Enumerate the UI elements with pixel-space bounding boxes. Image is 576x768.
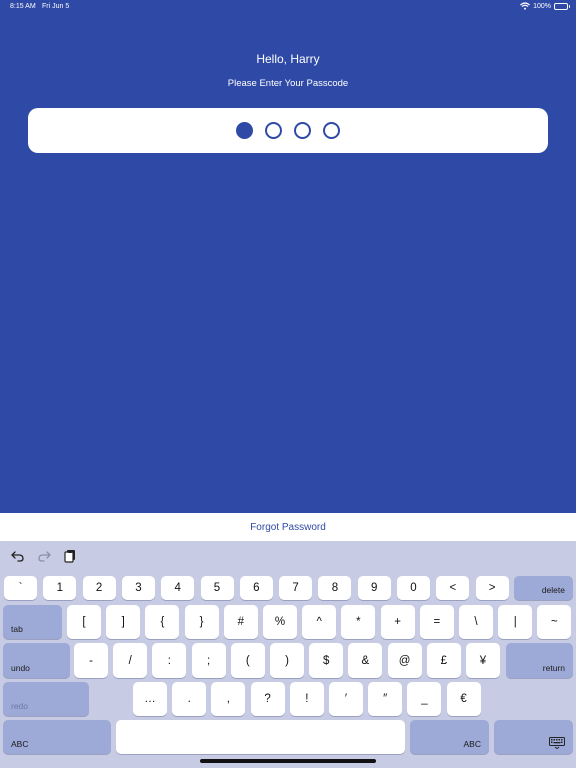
paste-icon[interactable]: [62, 548, 78, 564]
undo-icon[interactable]: [10, 548, 26, 564]
key-4-row3[interactable]: (: [230, 643, 265, 678]
key-7-row2[interactable]: *: [341, 605, 376, 639]
passcode-prompt: Please Enter Your Passcode: [227, 78, 349, 89]
passcode-dot-empty: [294, 122, 311, 139]
status-time: 8:15 AM: [10, 3, 36, 10]
key-9-row3[interactable]: £: [426, 643, 461, 678]
key-0-row1[interactable]: `: [4, 576, 37, 600]
status-right: 100%: [520, 2, 570, 10]
abc-key-left[interactable]: ABC: [3, 720, 111, 754]
key-6-row4[interactable]: ″: [368, 682, 403, 716]
keyboard: ` 1 2 3 4 5 6 7 8 9 0 < > delete tab[]{} #% ^ * + = \ | ~ undo -…: [0, 541, 576, 768]
keyboard-dismiss-icon: [549, 737, 565, 749]
key-4-row1[interactable]: 4: [161, 576, 195, 600]
key-9-row1[interactable]: 9: [357, 576, 391, 600]
key-12-row1[interactable]: >: [475, 576, 509, 600]
key-5-row4[interactable]: ′: [329, 682, 363, 716]
return-key[interactable]: return: [506, 643, 573, 678]
key-7-row4[interactable]: _: [407, 682, 442, 716]
key-3-row1[interactable]: 3: [121, 576, 155, 600]
key-2-row1[interactable]: 2: [82, 576, 116, 600]
key-8-row3[interactable]: @: [387, 643, 422, 678]
key-6-row2[interactable]: ^: [302, 605, 337, 639]
key-9-row2[interactable]: =: [419, 605, 454, 639]
key-1-row1[interactable]: 1: [43, 576, 77, 600]
undo-key[interactable]: undo: [3, 643, 70, 678]
keyboard-toolbar: [10, 547, 78, 565]
redo-key[interactable]: redo: [3, 682, 89, 716]
key-0-row3[interactable]: -: [74, 643, 108, 678]
key-7-row3[interactable]: &: [348, 643, 383, 678]
key-2-row3[interactable]: :: [152, 643, 187, 678]
key-4-row2[interactable]: #: [223, 605, 258, 639]
key-0-row4[interactable]: …: [133, 682, 167, 716]
key-0-row2[interactable]: [: [67, 605, 101, 639]
passcode-field[interactable]: [28, 108, 548, 153]
key-8-row4[interactable]: €: [446, 682, 481, 716]
key-4-row4[interactable]: !: [289, 682, 324, 716]
key-5-row3[interactable]: ): [270, 643, 304, 678]
forgot-password-bar: Forgot Password: [0, 513, 576, 541]
battery-percent: 100%: [533, 2, 551, 10]
key-5-row1[interactable]: 5: [200, 576, 234, 600]
key-1-row4[interactable]: .: [172, 682, 207, 716]
key-11-row2[interactable]: |: [498, 605, 533, 639]
key-10-row1[interactable]: 0: [397, 576, 430, 600]
wifi-icon: [520, 2, 530, 10]
key-10-row2[interactable]: \: [459, 605, 493, 639]
delete-key[interactable]: delete: [514, 576, 573, 600]
key-2-row4[interactable]: ,: [211, 682, 246, 716]
abc-key-right[interactable]: ABC: [410, 720, 489, 754]
key-5-row2[interactable]: %: [263, 605, 297, 639]
key-3-row3[interactable]: ;: [191, 643, 226, 678]
key-6-row3[interactable]: $: [309, 643, 344, 678]
key-1-row2[interactable]: ]: [106, 605, 141, 639]
passcode-dot-empty: [265, 122, 282, 139]
key-7-row1[interactable]: 7: [279, 576, 313, 600]
key-10-row3[interactable]: ¥: [466, 643, 500, 678]
key-3-row2[interactable]: }: [184, 605, 219, 639]
passcode-dot-empty: [323, 122, 340, 139]
key-3-row4[interactable]: ?: [250, 682, 285, 716]
passcode-dot-filled: [236, 122, 253, 139]
space-key[interactable]: [116, 720, 405, 754]
key-6-row1[interactable]: 6: [239, 576, 273, 600]
home-indicator: [200, 759, 376, 763]
key-1-row3[interactable]: /: [113, 643, 148, 678]
status-bar: 8:15 AM Fri Jun 5 100%: [0, 0, 576, 14]
key-8-row1[interactable]: 8: [318, 576, 352, 600]
greeting-text: Hello, Harry: [256, 52, 320, 66]
keyboard-dismiss-key[interactable]: [494, 720, 573, 754]
forgot-password-link[interactable]: Forgot Password: [250, 522, 326, 533]
key-8-row2[interactable]: +: [380, 605, 415, 639]
key-2-row2[interactable]: {: [145, 605, 180, 639]
key-11-row1[interactable]: <: [436, 576, 470, 600]
status-date: Fri Jun 5: [42, 3, 70, 10]
redo-icon[interactable]: [36, 548, 52, 564]
battery-icon: [554, 2, 570, 10]
tab-key[interactable]: tab: [3, 605, 62, 639]
key-12-row2[interactable]: ~: [537, 605, 572, 639]
